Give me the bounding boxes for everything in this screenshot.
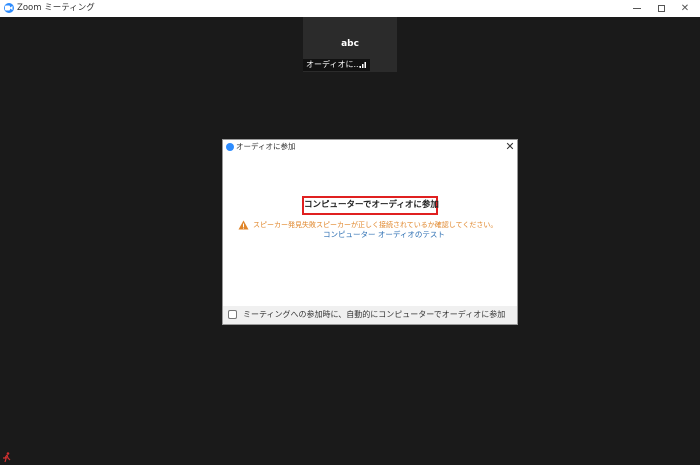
close-icon[interactable]: ✕ — [504, 141, 516, 153]
join-audio-dialog: オーディオに参加 ✕ コンピューターでオーディオに参加 スピーカー発見失敗スピー… — [222, 139, 518, 325]
dialog-title: オーディオに参加 — [236, 142, 296, 151]
title-bar: Zoom ミーティング ✕ — [0, 0, 700, 17]
warning-icon — [238, 220, 249, 230]
participant-label: オーディオに... — [306, 60, 362, 69]
test-computer-audio-link[interactable]: コンピューター オーディオのテスト — [323, 230, 445, 240]
signal-icon — [359, 62, 366, 68]
auto-join-checkbox[interactable] — [228, 310, 237, 319]
dialog-footer: ミーティングへの参加時に、自動的にコンピューターでオーディオに参加 — [223, 306, 517, 324]
join-with-computer-audio-button[interactable]: コンピューターでオーディオに参加 — [302, 196, 439, 215]
zoom-app-icon — [4, 3, 14, 13]
minimize-icon[interactable] — [626, 0, 648, 17]
window-title: Zoom ミーティング — [17, 3, 95, 13]
zoom-app-icon — [226, 143, 234, 151]
close-icon[interactable]: ✕ — [674, 0, 696, 17]
participant-tile[interactable]: abc オーディオに... — [303, 17, 397, 72]
zoom-meeting-window: Zoom ミーティング ✕ abc オーディオに... オーディオに参加 ✕ コ… — [0, 0, 700, 465]
running-person-icon — [3, 452, 11, 463]
participant-name: abc — [341, 39, 359, 49]
auto-join-label[interactable]: ミーティングへの参加時に、自動的にコンピューターでオーディオに参加 — [243, 308, 505, 322]
maximize-icon[interactable] — [650, 0, 672, 17]
speaker-warning-text: スピーカー発見失敗スピーカーが正しく接続されているか確認してください。 — [253, 221, 498, 229]
